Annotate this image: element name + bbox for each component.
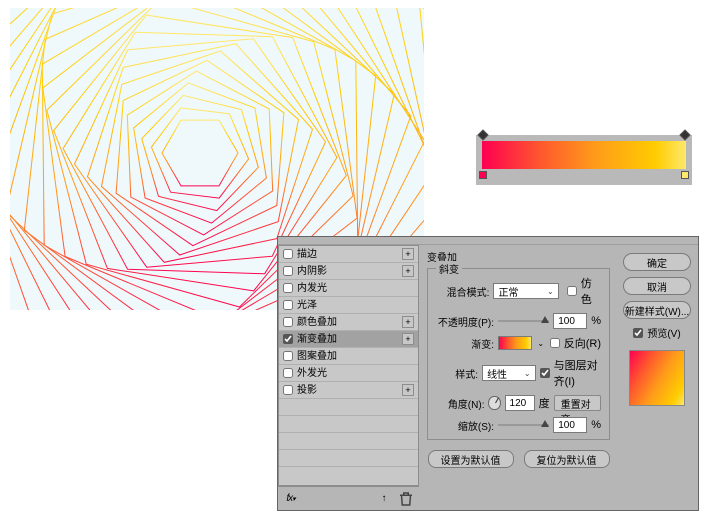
dither-checkbox[interactable]	[567, 286, 577, 296]
effect-checkbox[interactable]	[283, 385, 293, 395]
reverse-checkbox[interactable]	[550, 338, 560, 348]
effects-list: 描边+内阴影+内发光光泽颜色叠加+渐变叠加+图案叠加外发光投影+	[278, 245, 419, 486]
preview-swatch	[629, 350, 685, 406]
gradient-dropdown-caret[interactable]: ⌄	[536, 339, 546, 348]
opacity-field[interactable]: 100	[553, 313, 587, 329]
effect-item[interactable]: 图案叠加	[279, 348, 418, 365]
angle-dial[interactable]	[488, 396, 500, 410]
style-label: 样式:	[436, 366, 478, 381]
empty-row	[279, 416, 418, 433]
effect-label: 描边	[297, 246, 402, 263]
gradient-swatch[interactable]	[498, 336, 532, 350]
empty-row	[279, 433, 418, 450]
effect-label: 渐变叠加	[297, 331, 402, 348]
effect-item[interactable]: 描边+	[279, 246, 418, 263]
effect-label: 光泽	[297, 297, 414, 314]
effect-checkbox[interactable]	[283, 317, 293, 327]
scale-slider[interactable]	[498, 422, 549, 428]
new-style-button[interactable]: 新建样式(W)...	[623, 301, 691, 319]
align-label: 与图层对齐(I)	[554, 357, 601, 389]
reset-align-button[interactable]: 重置对齐	[554, 395, 601, 411]
gradient-editor-panel	[476, 135, 692, 185]
effect-item[interactable]: 颜色叠加+	[279, 314, 418, 331]
plus-icon[interactable]: +	[402, 265, 414, 277]
empty-row	[279, 399, 418, 416]
plus-icon[interactable]: +	[402, 248, 414, 260]
fx-menu-button[interactable]: fx▾	[282, 491, 300, 507]
blend-mode-select[interactable]: 正常⌄	[493, 283, 558, 299]
plus-icon[interactable]: +	[402, 316, 414, 328]
angle-field[interactable]: 120	[505, 395, 535, 411]
right-column: 确定 取消 新建样式(W)... 预览(V)	[618, 245, 698, 510]
effect-label: 颜色叠加	[297, 314, 402, 331]
effect-label: 内发光	[297, 280, 414, 297]
effect-item[interactable]: 内发光	[279, 280, 418, 297]
align-checkbox[interactable]	[540, 368, 550, 378]
preview-label: 预览(V)	[647, 325, 680, 340]
effect-checkbox[interactable]	[283, 283, 293, 293]
settings-column: 变叠加 斜变 混合模式: 正常⌄ 仿色 不透明度(P): 100 %	[419, 245, 618, 510]
effect-checkbox[interactable]	[283, 266, 293, 276]
blend-mode-label: 混合模式:	[436, 284, 489, 299]
gradient-settings-group: 斜变 混合模式: 正常⌄ 仿色 不透明度(P): 100 %	[427, 268, 610, 440]
effect-checkbox[interactable]	[283, 300, 293, 310]
effects-list-column: 描边+内阴影+内发光光泽颜色叠加+渐变叠加+图案叠加外发光投影+ fx▾ ↑	[278, 245, 419, 510]
group-title: 斜变	[436, 261, 462, 276]
style-select[interactable]: 线性⌄	[482, 365, 536, 381]
effect-label: 图案叠加	[297, 348, 414, 365]
effect-item[interactable]: 渐变叠加+	[279, 331, 418, 348]
effect-label: 投影	[297, 382, 402, 399]
make-default-button[interactable]: 设置为默认值	[428, 450, 514, 468]
plus-icon[interactable]: +	[402, 384, 414, 396]
gradient-bar[interactable]	[482, 141, 686, 169]
layer-style-dialog: 描边+内阴影+内发光光泽颜色叠加+渐变叠加+图案叠加外发光投影+ fx▾ ↑ 变…	[277, 236, 699, 511]
opacity-label: 不透明度(P):	[436, 314, 494, 329]
angle-label: 角度(N):	[436, 396, 484, 411]
reverse-label: 反向(R)	[564, 335, 601, 351]
effect-item[interactable]: 光泽	[279, 297, 418, 314]
opacity-stop-start[interactable]	[477, 129, 488, 140]
effect-label: 内阴影	[297, 263, 402, 280]
plus-icon[interactable]: +	[402, 333, 414, 345]
color-stop-end[interactable]	[681, 171, 689, 179]
effect-item[interactable]: 内阴影+	[279, 263, 418, 280]
color-stop-start[interactable]	[479, 171, 487, 179]
effect-label: 外发光	[297, 365, 414, 382]
effect-item[interactable]: 投影+	[279, 382, 418, 399]
dither-label: 仿色	[581, 275, 601, 307]
effect-checkbox[interactable]	[283, 249, 293, 259]
scale-label: 缩放(S):	[436, 418, 494, 433]
ok-button[interactable]: 确定	[623, 253, 691, 271]
effect-checkbox[interactable]	[283, 351, 293, 361]
empty-row	[279, 450, 418, 467]
cancel-button[interactable]: 取消	[623, 277, 691, 295]
scale-field[interactable]: 100	[553, 417, 587, 433]
trash-icon[interactable]	[397, 491, 415, 507]
fx-up-icon[interactable]: ↑	[375, 491, 393, 507]
preview-checkbox[interactable]	[633, 328, 643, 338]
opacity-slider[interactable]	[498, 318, 549, 324]
effect-item[interactable]: 外发光	[279, 365, 418, 382]
effect-checkbox[interactable]	[283, 334, 293, 344]
effects-toolbar: fx▾ ↑	[278, 486, 419, 510]
dialog-titlebar[interactable]	[278, 237, 698, 245]
gradient-label: 渐变:	[436, 336, 494, 351]
reset-default-button[interactable]: 复位为默认值	[524, 450, 610, 468]
effect-checkbox[interactable]	[283, 368, 293, 378]
opacity-stop-end[interactable]	[679, 129, 690, 140]
